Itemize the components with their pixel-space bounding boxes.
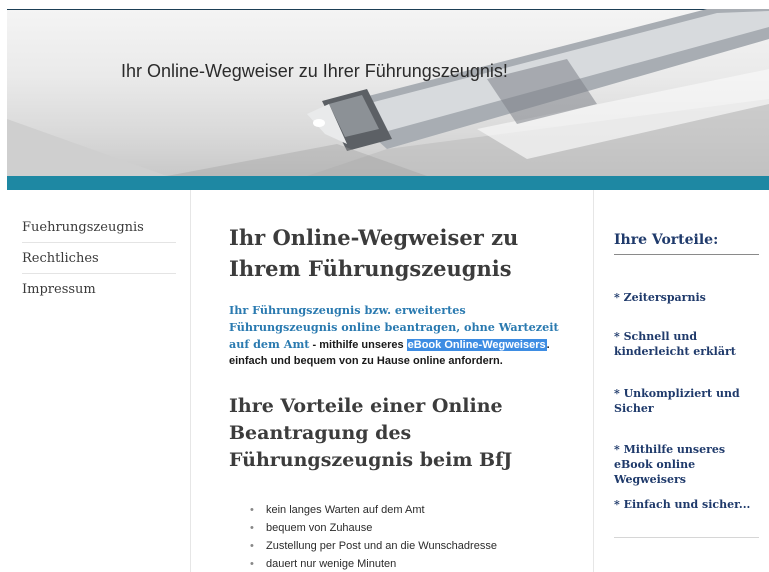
sidebar-benefit-item: * Zeitersparnis xyxy=(614,291,706,304)
bullet-icon: • xyxy=(250,522,254,534)
list-item: • Zustellung per Post und an die Wunschad… xyxy=(250,537,590,555)
sidebar-benefit-item: * Schnell und kinderleicht erklärt xyxy=(614,330,736,358)
sidebar-divider xyxy=(614,537,759,538)
ebook-highlight-link[interactable]: eBook Online-Wegweisers xyxy=(406,339,547,351)
bullet-icon: • xyxy=(250,558,254,570)
banner-title: Ihr Online-Wegweiser zu Ihrer Führungsze… xyxy=(121,61,508,81)
list-item: • dauert nur wenige Minuten xyxy=(250,555,590,572)
main-content: Ihr Online-Wegweiser zu Ihrem Führungsze… xyxy=(192,190,592,572)
sidebar-benefit-item: * Unkompliziert und Sicher xyxy=(614,387,740,415)
left-navigation: Fuehrungszeugnis Rechtliches Impressum xyxy=(7,190,191,572)
header-accent-bar xyxy=(7,176,769,190)
sidebar-title: Ihre Vorteile: xyxy=(614,232,759,255)
bullet-icon: • xyxy=(250,540,254,552)
list-item-text: bequem von Zuhause xyxy=(266,522,373,534)
intro-mid-text: - mithilfe unseres xyxy=(309,339,407,351)
pen-illustration xyxy=(7,9,769,176)
bullet-icon: • xyxy=(250,504,254,516)
benefits-heading: Ihre Vorteile einer Online Beantragung d… xyxy=(229,395,513,471)
sidebar-benefit-item: * Mithilfe unseres eBook online Wegweise… xyxy=(614,443,726,486)
list-item: • kein langes Warten auf dem Amt xyxy=(250,501,590,519)
page: Ihr Online-Wegweiser zu Ihrer Führungsze… xyxy=(0,0,769,572)
header-banner: Ihr Online-Wegweiser zu Ihrer Führungsze… xyxy=(7,9,769,176)
intro-paragraph: Ihr Führungszeugnis bzw. erweitertes Füh… xyxy=(229,302,569,369)
nav-item-fuehrungszeugnis[interactable]: Fuehrungszeugnis xyxy=(22,212,176,243)
list-item: • bequem von Zuhause xyxy=(250,519,590,537)
list-item-text: dauert nur wenige Minuten xyxy=(266,558,397,570)
list-item-text: Zustellung per Post und an die Wunschadr… xyxy=(266,540,497,552)
right-sidebar: Ihre Vorteile: * Zeitersparnis * Schnell… xyxy=(593,190,769,572)
sidebar-benefit-item: * Einfach und sicher... xyxy=(614,498,751,511)
nav-item-rechtliches[interactable]: Rechtliches xyxy=(22,243,176,274)
benefits-list: • kein langes Warten auf dem Amt • bequem … xyxy=(250,501,590,572)
nav-item-impressum[interactable]: Impressum xyxy=(22,274,176,305)
page-title: Ihr Online-Wegweiser zu Ihrem Führungsze… xyxy=(229,225,519,281)
list-item-text: kein langes Warten auf dem Amt xyxy=(266,504,425,516)
